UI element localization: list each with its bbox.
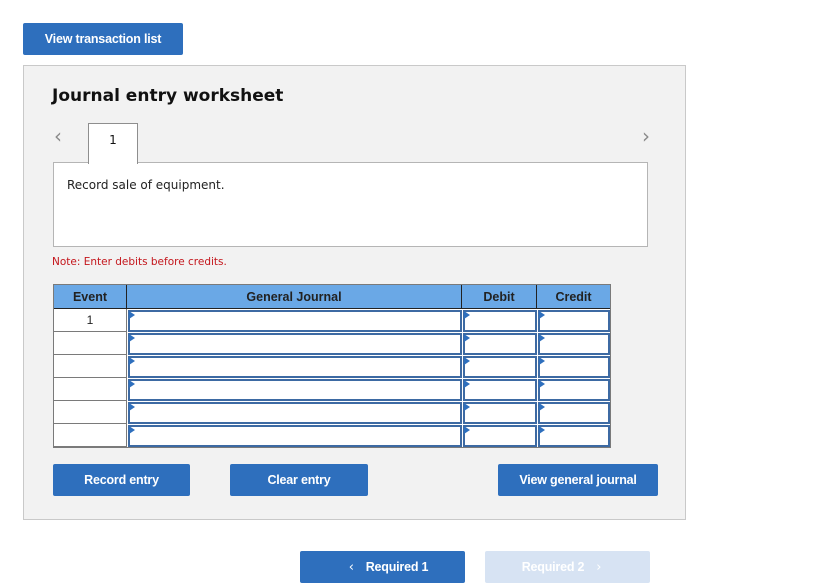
- required-1-button[interactable]: ‹ Required 1: [300, 551, 465, 583]
- transaction-description: Record sale of equipment.: [67, 178, 225, 192]
- account-input[interactable]: [128, 333, 462, 355]
- debit-input[interactable]: [463, 333, 537, 355]
- event-cell: [54, 401, 127, 424]
- dropdown-marker-icon: [539, 380, 545, 388]
- debit-input[interactable]: [463, 356, 537, 378]
- dropdown-marker-icon: [129, 380, 135, 388]
- record-entry-button[interactable]: Record entry: [53, 464, 190, 496]
- dropdown-marker-icon: [129, 426, 135, 434]
- chevron-left-icon[interactable]: ‹: [54, 126, 62, 146]
- credit-input[interactable]: [538, 333, 610, 355]
- view-general-journal-button[interactable]: View general journal: [498, 464, 658, 496]
- header-general-journal: General Journal: [127, 285, 462, 309]
- header-event: Event: [54, 285, 127, 309]
- event-cell: [54, 424, 127, 447]
- event-cell: [54, 332, 127, 355]
- view-transaction-list-button[interactable]: View transaction list: [23, 23, 183, 55]
- dropdown-marker-icon: [464, 403, 470, 411]
- event-cell: 1: [54, 309, 127, 332]
- dropdown-marker-icon: [539, 426, 545, 434]
- header-debit: Debit: [462, 285, 537, 309]
- dropdown-marker-icon: [539, 403, 545, 411]
- dropdown-marker-icon: [464, 426, 470, 434]
- account-input[interactable]: [128, 402, 462, 424]
- credit-input[interactable]: [538, 310, 610, 332]
- tab-1[interactable]: 1: [88, 123, 138, 164]
- debit-input[interactable]: [463, 425, 537, 447]
- transaction-description-box: Record sale of equipment.: [53, 162, 648, 247]
- dropdown-marker-icon: [464, 380, 470, 388]
- required-2-button[interactable]: Required 2 ›: [485, 551, 650, 583]
- tab-label: 1: [109, 133, 117, 147]
- journal-entry-worksheet-panel: Journal entry worksheet ‹ › 1 Record sal…: [23, 65, 686, 520]
- debits-note: Note: Enter debits before credits.: [52, 256, 227, 268]
- account-input[interactable]: [128, 356, 462, 378]
- credit-input[interactable]: [538, 425, 610, 447]
- header-credit: Credit: [537, 285, 610, 309]
- required-2-label: Required 2: [521, 560, 585, 574]
- journal-table: Event General Journal Debit Credit 1: [53, 284, 611, 448]
- account-input[interactable]: [128, 425, 462, 447]
- dropdown-marker-icon: [464, 334, 470, 342]
- debit-input[interactable]: [463, 379, 537, 401]
- credit-input[interactable]: [538, 379, 610, 401]
- clear-entry-button[interactable]: Clear entry: [230, 464, 368, 496]
- account-input[interactable]: [128, 310, 462, 332]
- credit-input[interactable]: [538, 356, 610, 378]
- chevron-left-icon: ‹: [348, 559, 354, 575]
- credit-input[interactable]: [538, 402, 610, 424]
- dropdown-marker-icon: [464, 357, 470, 365]
- worksheet-title: Journal entry worksheet: [52, 86, 284, 106]
- chevron-right-icon[interactable]: ›: [642, 126, 650, 146]
- dropdown-marker-icon: [129, 334, 135, 342]
- dropdown-marker-icon: [129, 311, 135, 319]
- account-input[interactable]: [128, 379, 462, 401]
- event-cell: [54, 378, 127, 401]
- dropdown-marker-icon: [539, 334, 545, 342]
- dropdown-marker-icon: [539, 311, 545, 319]
- dropdown-marker-icon: [539, 357, 545, 365]
- chevron-right-icon: ›: [596, 559, 602, 575]
- required-1-label: Required 1: [365, 560, 429, 574]
- dropdown-marker-icon: [464, 311, 470, 319]
- debit-input[interactable]: [463, 402, 537, 424]
- dropdown-marker-icon: [129, 357, 135, 365]
- debit-input[interactable]: [463, 310, 537, 332]
- event-cell: [54, 355, 127, 378]
- dropdown-marker-icon: [129, 403, 135, 411]
